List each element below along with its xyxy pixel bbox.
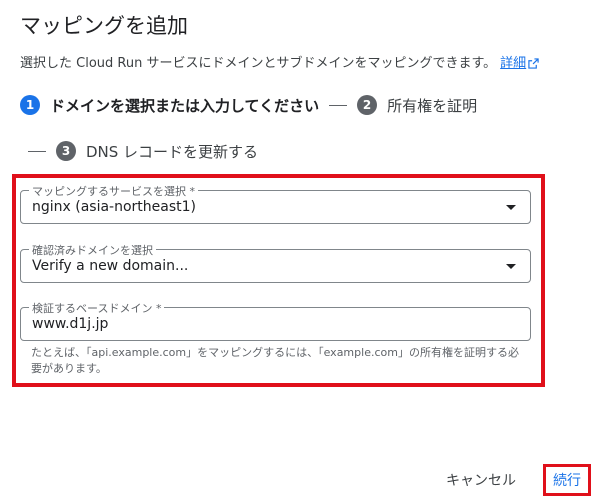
stepper: 1 ドメインを選択または入力してください 2 所有権を証明 3 DNS レコード… <box>20 92 590 164</box>
details-link[interactable]: 詳細 <box>500 56 526 71</box>
cancel-button[interactable]: キャンセル <box>446 470 516 490</box>
description-text: 選択した Cloud Run サービスにドメインとサブドメインをマッピングできま… <box>20 56 497 71</box>
step-3-badge: 3 <box>56 141 76 161</box>
step-3-label: DNS レコードを更新する <box>86 142 259 161</box>
domain-select-value: Verify a new domain... <box>32 258 189 274</box>
service-select-value: nginx (asia-northeast1) <box>32 199 197 215</box>
base-domain-hint: たとえば、「api.example.com」をマッピングするには、「exampl… <box>31 346 519 375</box>
base-domain-value[interactable]: www.d1j.jp <box>32 316 108 332</box>
base-domain-input[interactable]: 検証するベースドメイン * www.d1j.jp <box>20 300 531 341</box>
dialog-title: マッピングを追加 <box>20 14 188 38</box>
service-select[interactable]: マッピングするサービスを選択 * nginx (asia-northeast1) <box>20 183 531 224</box>
step-2-label: 所有権を証明 <box>387 96 478 115</box>
external-link-icon[interactable] <box>528 58 539 73</box>
step-1-label: ドメインを選択または入力してください <box>50 96 320 115</box>
service-select-label: マッピングするサービスを選択 * <box>29 183 198 199</box>
domain-select-label: 確認済みドメインを選択 <box>29 242 156 258</box>
step-2-badge: 2 <box>357 95 378 115</box>
dropdown-arrow-icon[interactable] <box>506 264 516 269</box>
step-separator <box>329 104 348 106</box>
step-separator <box>28 150 46 152</box>
dialog-description: 選択した Cloud Run サービスにドメインとサブドメインをマッピングできま… <box>20 52 539 73</box>
continue-button[interactable]: 続行 <box>546 467 588 493</box>
highlight-annotation-continue: 続行 <box>543 464 591 496</box>
step-1-badge: 1 <box>20 95 40 115</box>
base-domain-label: 検証するベースドメイン * <box>29 300 165 316</box>
dropdown-arrow-icon[interactable] <box>506 205 516 210</box>
domain-select[interactable]: 確認済みドメインを選択 Verify a new domain... <box>20 242 531 283</box>
